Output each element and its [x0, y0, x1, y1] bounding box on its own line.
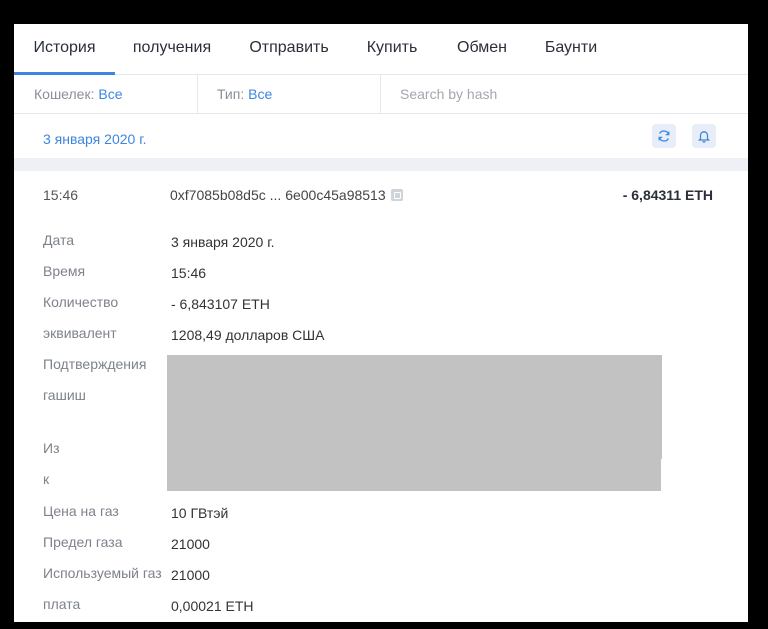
field-value-date: 3 января 2020 г.: [171, 234, 275, 250]
transaction-amount: - 6,84311 ETH: [622, 187, 713, 203]
field-value-gas-limit: 21000: [171, 536, 210, 552]
filter-bar: Кошелек: Все Тип: Все Search by hash: [14, 75, 748, 114]
transaction-hash-text[interactable]: 0xf7085b08d5c ... 6e00c45a98513: [170, 187, 386, 203]
type-filter-value[interactable]: Все: [248, 86, 272, 102]
wallet-panel: История получения Отправить Купить Обмен…: [14, 24, 748, 622]
filter-divider: [197, 75, 198, 113]
field-value-gas-price: 10 ГВтэй: [171, 505, 229, 521]
wallet-filter[interactable]: Кошелек: Все: [34, 75, 122, 113]
field-label-fee: плата: [43, 596, 81, 612]
bell-icon: [697, 131, 711, 143]
field-label-to: к: [43, 471, 50, 487]
type-filter-label: Тип:: [217, 86, 245, 102]
tab-bounty[interactable]: Баунти: [540, 24, 602, 74]
field-value-quantity: - 6,843107 ETH: [171, 296, 270, 312]
field-label-confirmations: Подтверждения: [43, 356, 147, 372]
tab-history[interactable]: История: [14, 24, 115, 75]
wallet-filter-value[interactable]: Все: [98, 86, 122, 102]
search-input[interactable]: Search by hash: [400, 75, 497, 113]
field-label-gas-limit: Предел газа: [43, 534, 123, 550]
redaction-block: [167, 355, 662, 459]
date-group-header: 3 января 2020 г.: [14, 114, 748, 158]
copy-icon[interactable]: [390, 189, 403, 201]
tab-receive[interactable]: получения: [124, 24, 220, 74]
tab-send[interactable]: Отправить: [244, 24, 334, 74]
field-label-gas-price: Цена на газ: [43, 503, 119, 519]
field-label-date: Дата: [43, 232, 75, 248]
wallet-filter-label: Кошелек:: [34, 86, 95, 102]
field-label-time: Время: [43, 263, 86, 279]
field-label-hash: гашиш: [43, 387, 86, 403]
field-label-equivalent: эквивалент: [43, 325, 117, 341]
field-value-fee: 0,00021 ETH: [171, 598, 254, 614]
transaction-hash[interactable]: 0xf7085b08d5c ... 6e00c45a98513: [170, 187, 403, 203]
field-value-equivalent: 1208,49 долларов США: [171, 327, 325, 343]
tab-exchange[interactable]: Обмен: [450, 24, 514, 74]
tab-bar: История получения Отправить Купить Обмен…: [14, 24, 748, 75]
refresh-button[interactable]: [652, 124, 676, 148]
filter-divider: [380, 75, 381, 113]
date-group-label: 3 января 2020 г.: [43, 131, 147, 147]
tab-buy[interactable]: Купить: [360, 24, 424, 74]
field-label-from: Из: [43, 440, 60, 456]
field-value-gas-used: 21000: [171, 567, 210, 583]
redaction-block: [167, 459, 661, 491]
field-label-gas-used: Используемый газ: [43, 565, 162, 581]
field-label-quantity: Количество: [43, 294, 119, 310]
field-value-time: 15:46: [171, 265, 207, 281]
notifications-button[interactable]: [692, 124, 716, 148]
transaction-time: 15:46: [43, 187, 79, 203]
type-filter[interactable]: Тип: Все: [217, 75, 272, 113]
refresh-icon: [658, 130, 670, 142]
